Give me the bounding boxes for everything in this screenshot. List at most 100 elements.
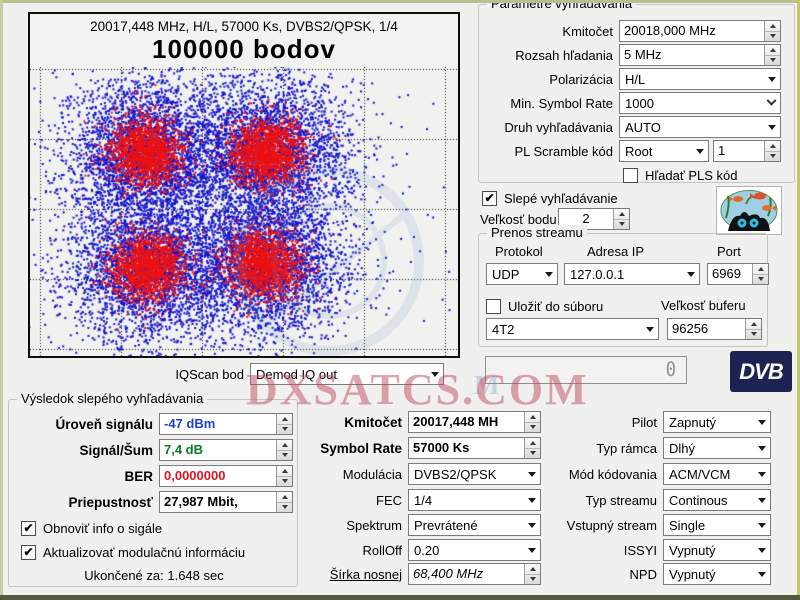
- pls-code-spinner[interactable]: 1: [713, 140, 781, 162]
- dropdown-arrow-icon[interactable]: [753, 564, 770, 584]
- dropdown-arrow-icon[interactable]: [763, 117, 780, 137]
- dropdown-arrow-icon[interactable]: [540, 264, 557, 284]
- search-params-title: Parametre vyhľadávania: [487, 0, 636, 11]
- issyi-label: ISSYI: [528, 543, 663, 558]
- npd-value: Vypnutý: [664, 567, 753, 582]
- dropdown-arrow-icon[interactable]: [641, 319, 658, 339]
- update-modinfo-label: Aktualizovať modulačnú informáciu: [43, 545, 245, 560]
- pls-find-checkbox[interactable]: [623, 168, 638, 183]
- dropdown-arrow-icon[interactable]: [753, 412, 770, 432]
- polarization-row: Polarizácia H/L: [483, 67, 789, 91]
- dropdown-arrow-icon[interactable]: [753, 464, 770, 484]
- spin-buttons-icon[interactable]: [752, 264, 768, 284]
- input-stream-select[interactable]: Single: [663, 514, 771, 536]
- spin-buttons-icon[interactable]: [745, 319, 761, 339]
- issyi-value: Vypnutý: [664, 543, 753, 558]
- pilot-value: Zapnutý: [664, 415, 753, 430]
- fec-select[interactable]: 1/4: [408, 489, 541, 511]
- dropdown-arrow-icon[interactable]: [763, 69, 780, 89]
- rolloff-select[interactable]: 0.20: [408, 539, 541, 561]
- issyi-select[interactable]: Vypnutý: [663, 539, 771, 561]
- save-to-file-row: Uložiť do súboru: [486, 294, 603, 318]
- finished-row: Ukončené za: 1.648 sec: [9, 563, 299, 587]
- device-select[interactable]: 4T2: [486, 318, 659, 340]
- spectrum-value: Prevrátené: [409, 518, 523, 533]
- frequency-spinner[interactable]: 20018,000 MHz: [619, 20, 781, 42]
- stream-type-select[interactable]: Continous: [663, 489, 771, 511]
- spin-buttons-icon[interactable]: [764, 141, 780, 161]
- frame-type-select[interactable]: Dlhý: [663, 437, 771, 459]
- npd-select[interactable]: Vypnutý: [663, 563, 771, 585]
- refresh-info-label: Obnoviť info o sigále: [43, 521, 162, 536]
- save-to-file-label: Uložiť do súboru: [508, 299, 603, 314]
- pls-find-row: Hľadať PLS kód: [623, 163, 738, 187]
- modulation-value: DVBS2/QPSK: [409, 467, 523, 482]
- search-range-spinner[interactable]: 5 MHz: [619, 44, 781, 66]
- signal-level-row: Úroveň signálu -47 dBm: [13, 412, 295, 436]
- dropdown-arrow-icon[interactable]: [682, 264, 699, 284]
- min-symbol-rate-value: 1000: [620, 96, 762, 111]
- pls-label: PL Scramble kód: [483, 144, 619, 159]
- iqscan-row: IQScan bod Demod IQ out: [160, 362, 460, 386]
- symbol-rate-label: Symbol Rate: [268, 441, 408, 456]
- polarization-select[interactable]: H/L: [619, 68, 781, 90]
- iqscan-select[interactable]: Demod IQ out: [250, 363, 444, 385]
- bandwidth-spinner[interactable]: 68,400 MHz: [408, 563, 541, 585]
- blind-scan-checkbox[interactable]: ✔: [482, 191, 497, 206]
- ip-address-select[interactable]: 127.0.0.1: [564, 263, 700, 285]
- spectrum-select[interactable]: Prevrátené: [408, 514, 541, 536]
- npd-row: NPD Vypnutý: [528, 562, 771, 586]
- dropdown-arrow-icon[interactable]: [426, 364, 443, 384]
- search-range-row: Rozsah hľadania 5 MHz: [483, 43, 789, 67]
- ber-label: BER: [13, 469, 159, 484]
- cat-fishbowl-image: [716, 186, 782, 235]
- snr-value: 7,4 dB: [160, 440, 276, 460]
- buffer-size-label: Veľkosť buferu: [661, 296, 746, 316]
- window-border-left: [0, 0, 3, 600]
- dropdown-arrow-icon[interactable]: [753, 490, 770, 510]
- tuner-frequency-value: 20017,448 MH: [409, 412, 524, 432]
- search-type-select[interactable]: AUTO: [619, 116, 781, 138]
- pilot-select[interactable]: Zapnutý: [663, 411, 771, 433]
- results-group: Výsledok slepého vyhľadávania Úroveň sig…: [8, 399, 298, 587]
- dropdown-arrow-icon[interactable]: [753, 515, 770, 535]
- tuner-frequency-spinner[interactable]: 20017,448 MH: [408, 411, 541, 433]
- pls-find-label: Hľadať PLS kód: [645, 168, 738, 183]
- throughput-value: 27,987 Mbit,: [160, 492, 276, 512]
- results-title: Výsledok slepého vyhľadávania: [17, 391, 207, 406]
- dropdown-arrow-icon[interactable]: [753, 540, 770, 560]
- pls-mode-select[interactable]: Root: [619, 140, 709, 162]
- bandwidth-row: Šírka nosnej 68,400 MHz: [268, 562, 541, 586]
- bandwidth-label: Šírka nosnej: [268, 567, 408, 582]
- update-modinfo-checkbox[interactable]: ✔: [21, 545, 36, 560]
- port-header: Port: [717, 242, 741, 262]
- stream-type-label: Typ streamu: [528, 493, 663, 508]
- modulation-select[interactable]: DVBS2/QPSK: [408, 463, 541, 485]
- search-type-row: Druh vyhľadávania AUTO: [483, 115, 789, 139]
- min-symbol-rate-label: Min. Symbol Rate: [483, 96, 619, 111]
- fec-row: FEC 1/4: [268, 488, 541, 512]
- spin-buttons-icon[interactable]: [613, 209, 629, 229]
- symbol-rate-spinner[interactable]: 57000 Ks: [408, 437, 541, 459]
- throughput-label: Priepustnosť: [13, 495, 159, 510]
- search-range-value: 5 MHz: [620, 45, 764, 65]
- refresh-info-checkbox[interactable]: ✔: [21, 521, 36, 536]
- protocol-select[interactable]: UDP: [486, 263, 558, 285]
- rolloff-value: 0.20: [409, 543, 523, 558]
- spin-buttons-icon[interactable]: [764, 45, 780, 65]
- dropdown-arrow-icon[interactable]: [753, 438, 770, 458]
- plot-points-count: 100000 bodov: [30, 34, 458, 65]
- spin-buttons-icon[interactable]: [764, 21, 780, 41]
- save-to-file-checkbox[interactable]: [486, 299, 501, 314]
- port-spinner[interactable]: 6969: [707, 263, 769, 285]
- pls-code-value: 1: [714, 141, 764, 161]
- blind-scan-label: Slepé vyhľadávanie: [504, 191, 618, 206]
- coding-mode-select[interactable]: ACM/VCM: [663, 463, 771, 485]
- min-symbol-rate-combo[interactable]: 1000: [619, 92, 781, 114]
- coding-mode-label: Mód kódovania: [528, 467, 663, 482]
- chevron-down-icon[interactable]: [762, 93, 780, 113]
- signal-level-label: Úroveň signálu: [13, 417, 159, 432]
- buffer-size-spinner[interactable]: 96256: [667, 318, 762, 340]
- stream-type-row: Typ streamu Continous: [528, 488, 771, 512]
- dropdown-arrow-icon[interactable]: [691, 141, 708, 161]
